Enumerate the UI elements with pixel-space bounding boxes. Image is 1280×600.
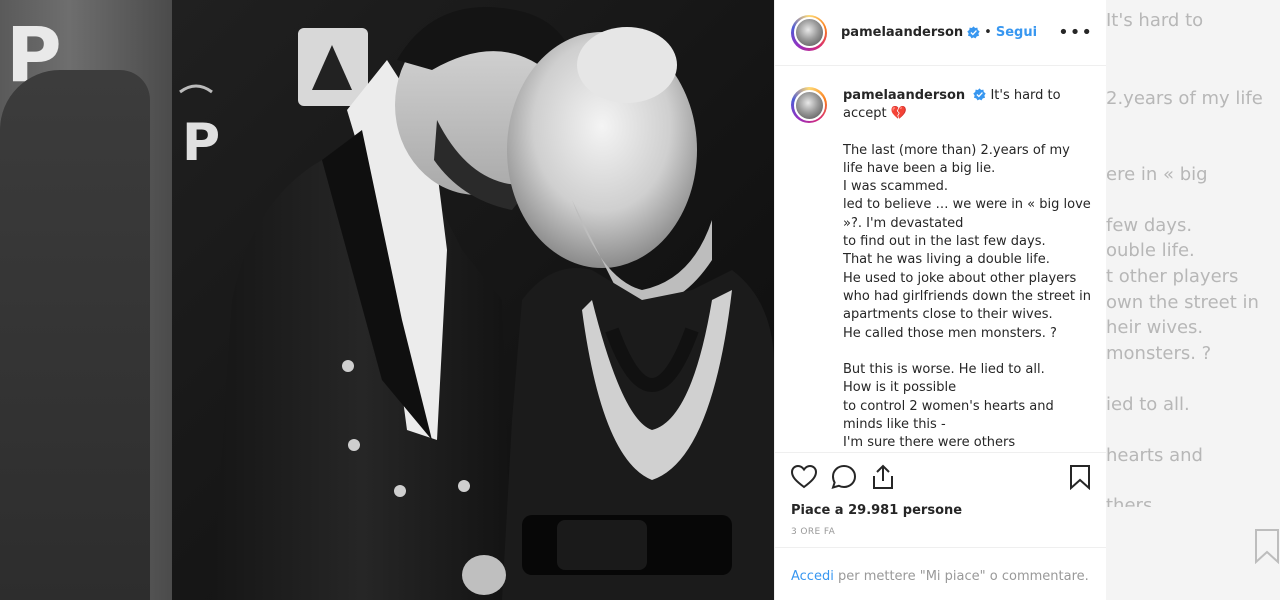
post-photo-illustration: P — [172, 0, 774, 600]
post-photo[interactable]: P — [172, 0, 774, 600]
follow-button[interactable]: Segui — [996, 25, 1037, 40]
login-prompt: Accedi per mettere "Mi piace" o commenta… — [775, 547, 1107, 600]
background-caption-line: monsters. ? — [1106, 343, 1212, 364]
save-bookmark-icon[interactable] — [1069, 464, 1091, 490]
caption-area: pamelaanderson It's hard to accept 💔 The… — [775, 67, 1107, 451]
background-caption-line: hearts and — [1106, 445, 1203, 466]
post-header: pamelaanderson • Segui ••• — [775, 0, 1107, 66]
background-caption-line: ere in « big — [1106, 164, 1208, 185]
header-avatar[interactable] — [791, 14, 827, 51]
background-caption-line: ied to all. — [1106, 394, 1190, 415]
login-prompt-text: per mettere "Mi piace" o commentare. — [833, 569, 1089, 584]
background-caption-line: own the street in — [1106, 292, 1259, 313]
caption-row: pamelaanderson It's hard to accept 💔 — [791, 87, 1091, 124]
background-bookmark-icon — [1255, 529, 1279, 564]
action-icons — [791, 463, 1091, 491]
header-separator: • — [984, 25, 992, 40]
caption-body: The last (more than) 2.years of my life … — [843, 142, 1091, 451]
svg-text:P: P — [182, 113, 220, 173]
background-caption-line: 2.years of my life — [1106, 88, 1263, 109]
caption-avatar[interactable] — [791, 87, 827, 123]
post-actions: Piace a 29.981 persone 3 ore fa — [775, 452, 1107, 537]
caption-username[interactable]: pamelaanderson — [843, 88, 965, 103]
like-heart-icon[interactable] — [791, 465, 817, 489]
login-link[interactable]: Accedi — [791, 569, 834, 584]
verified-badge-icon — [973, 88, 986, 101]
background-caption-line: thers — [1106, 495, 1153, 507]
background-caption-line: heir wives. — [1106, 317, 1204, 338]
more-options-icon[interactable]: ••• — [1058, 22, 1093, 43]
likes-count[interactable]: Piace a 29.981 persone — [791, 503, 1091, 518]
background-caption-line: t other players — [1106, 266, 1239, 287]
background-left-blur: P — [0, 0, 172, 600]
background-right-blur: It's hard to 2.years of my life ere in «… — [1106, 0, 1280, 600]
post-timestamp[interactable]: 3 ore fa — [791, 527, 1091, 537]
background-caption-line: few days. — [1106, 215, 1193, 236]
background-caption-line: It's hard to — [1106, 10, 1204, 31]
background-caption-line: ouble life. — [1106, 240, 1195, 261]
verified-badge-icon — [967, 26, 980, 39]
comment-icon[interactable] — [831, 464, 857, 490]
background-suit-shape — [0, 70, 150, 600]
post-side-panel: pamelaanderson • Segui ••• pamelaanderso… — [774, 0, 1107, 600]
header-username[interactable]: pamelaanderson — [841, 25, 963, 40]
caption-headline-block: pamelaanderson It's hard to accept 💔 — [843, 87, 1091, 124]
share-icon[interactable] — [871, 464, 895, 490]
